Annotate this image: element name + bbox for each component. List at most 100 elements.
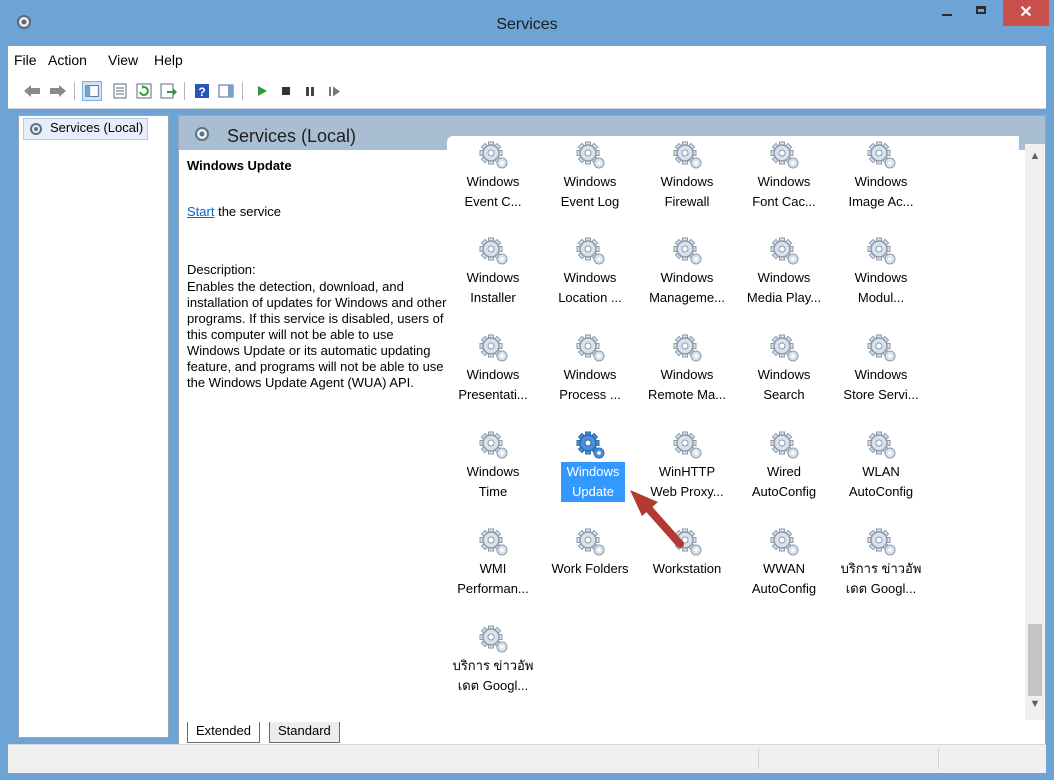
service-tile[interactable]: Windows Presentati... (447, 334, 539, 425)
service-tile[interactable]: Windows Update (544, 431, 636, 522)
service-label: Windows Presentati... (458, 367, 528, 402)
tree-item-services-local[interactable]: Services (Local) (23, 118, 149, 140)
service-tile[interactable]: Windows Image Ac... (835, 141, 927, 232)
service-tile[interactable]: Windows Process ... (544, 334, 636, 425)
selected-service-name: Windows Update (187, 158, 292, 173)
service-description-panel: Windows Update Start the service Descrip… (187, 158, 449, 390)
services-icon (195, 127, 209, 141)
service-label: บริการ ข่าวอัพ เดต Googl... (452, 658, 534, 693)
scroll-down-icon[interactable]: ▼ (1025, 698, 1045, 710)
stop-service-icon[interactable] (276, 81, 296, 101)
gear-icon (673, 431, 702, 459)
service-label: Windows Event C... (464, 174, 522, 209)
service-tile[interactable]: บริการ ข่าวอัพ เดต Googl... (447, 625, 539, 716)
menu-view[interactable]: View (108, 52, 138, 68)
console-tree: Services (Local) (18, 115, 169, 738)
gear-icon (576, 237, 605, 265)
maximize-icon (976, 6, 986, 14)
show-hide-console-tree-icon[interactable] (82, 81, 102, 101)
service-tile[interactable]: WWAN AutoConfig (738, 528, 830, 619)
gear-icon (673, 334, 702, 362)
service-tile[interactable]: Windows Store Servi... (835, 334, 927, 425)
service-label: Windows Modul... (854, 270, 908, 305)
scroll-up-icon[interactable]: ▲ (1025, 150, 1045, 162)
menu-action[interactable]: Action (48, 52, 87, 68)
service-label: WWAN AutoConfig (751, 561, 817, 596)
services-window: Services ✕ File Action View Help ? Servi… (0, 0, 1054, 780)
gear-icon (479, 528, 508, 556)
view-tabs: Extended Standard (179, 720, 1045, 744)
close-button[interactable]: ✕ (1003, 0, 1049, 26)
service-label: Windows Media Play... (746, 270, 822, 305)
maximize-button[interactable] (965, 0, 999, 26)
menu-help[interactable]: Help (154, 52, 183, 68)
minimize-button[interactable] (930, 0, 964, 26)
toolbar: ? (8, 74, 1046, 109)
service-tile[interactable]: Windows Remote Ma... (641, 334, 733, 425)
menu-file[interactable]: File (14, 52, 37, 68)
service-label: Windows Event Log (560, 174, 620, 209)
service-tile[interactable]: Windows Installer (447, 237, 539, 328)
service-tile[interactable]: Windows Font Cac... (738, 141, 830, 232)
gear-icon (673, 237, 702, 265)
services-pane: Services (Local) Windows Update Start th… (178, 115, 1046, 745)
service-tile[interactable]: WMI Performan... (447, 528, 539, 619)
tab-standard[interactable]: Standard (269, 722, 340, 743)
service-label: Windows Remote Ma... (647, 367, 727, 402)
service-label: Windows Firewall (660, 174, 714, 209)
service-tile[interactable]: Wired AutoConfig (738, 431, 830, 522)
service-tile[interactable]: Windows Search (738, 334, 830, 425)
gear-icon (479, 431, 508, 459)
status-divider (938, 749, 940, 769)
service-label: WLAN AutoConfig (848, 464, 914, 499)
service-label: Windows Store Servi... (843, 367, 919, 402)
gear-icon (867, 528, 896, 556)
start-service-suffix: the service (214, 204, 281, 219)
service-tile[interactable]: Windows Event C... (447, 141, 539, 232)
service-tile[interactable]: Windows Media Play... (738, 237, 830, 328)
service-tile[interactable]: WLAN AutoConfig (835, 431, 927, 522)
properties-icon[interactable] (110, 81, 130, 101)
service-label: Work Folders (551, 561, 629, 576)
minimize-icon (942, 14, 952, 16)
gear-icon (576, 431, 605, 459)
help-icon[interactable]: ? (192, 81, 212, 101)
service-tile[interactable]: Work Folders (544, 528, 636, 619)
back-icon[interactable] (22, 81, 42, 101)
show-action-pane-icon[interactable] (216, 81, 236, 101)
vertical-scrollbar[interactable]: ▲ ▼ (1025, 144, 1045, 720)
start-service-icon[interactable] (252, 81, 272, 101)
forward-icon[interactable] (48, 81, 68, 101)
gear-icon (479, 625, 508, 653)
svg-text:?: ? (198, 85, 205, 99)
close-icon: ✕ (1019, 4, 1033, 21)
service-label: Windows Image Ac... (848, 174, 914, 209)
gear-icon (479, 141, 508, 169)
service-tile[interactable]: Windows Location ... (544, 237, 636, 328)
service-tile[interactable]: Windows Firewall (641, 141, 733, 232)
service-tile[interactable]: Windows Manageme... (641, 237, 733, 328)
service-label: WMI Performan... (457, 561, 529, 596)
pause-service-icon[interactable] (300, 81, 320, 101)
export-list-icon[interactable] (158, 81, 178, 101)
tab-extended[interactable]: Extended (187, 722, 260, 743)
title-bar[interactable]: Services ✕ (0, 0, 1054, 46)
service-tile[interactable]: บริการ ข่าวอัพ เดต Googl... (835, 528, 927, 619)
service-tile[interactable]: Windows Event Log (544, 141, 636, 232)
service-label: Windows Font Cac... (752, 174, 816, 209)
service-label: Windows Search (757, 367, 811, 402)
service-tile[interactable]: Windows Time (447, 431, 539, 522)
resume-service-icon[interactable] (324, 81, 344, 101)
services-icon (30, 123, 42, 135)
toolbar-separator (242, 82, 243, 100)
start-service-link[interactable]: Start (187, 204, 214, 219)
refresh-icon[interactable] (134, 81, 154, 101)
service-tile[interactable]: Windows Modul... (835, 237, 927, 328)
scroll-thumb[interactable] (1028, 624, 1042, 696)
annotation-arrow (630, 490, 684, 548)
gear-icon (479, 334, 508, 362)
gear-icon (867, 141, 896, 169)
description-text: Enables the detection, download, and ins… (187, 279, 447, 390)
toolbar-separator (74, 82, 75, 100)
gear-icon (770, 431, 799, 459)
